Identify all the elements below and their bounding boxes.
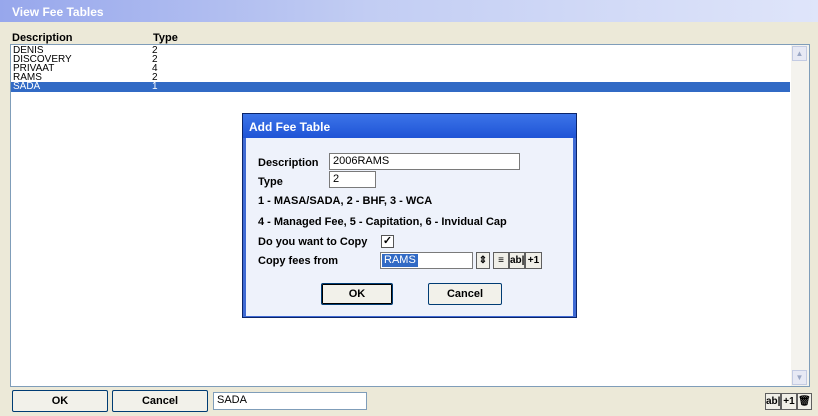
vertical-scrollbar[interactable]: ▲ ▼	[791, 45, 809, 386]
dialog-body: Description 2006RAMS Type 2 1 - MASA/SAD…	[246, 138, 573, 316]
row-description: SADA	[13, 81, 41, 92]
list-header: Description Type	[12, 32, 808, 44]
dialog-title: Add Fee Table	[243, 114, 576, 138]
description-field[interactable]: 2006RAMS	[329, 153, 520, 170]
list-item-selected[interactable]: SADA 1	[11, 82, 790, 92]
copy-checkbox[interactable]: ✓	[381, 235, 394, 248]
scroll-up-icon[interactable]: ▲	[792, 46, 807, 61]
column-header-description[interactable]: Description	[12, 32, 73, 44]
ok-button[interactable]: OK	[12, 390, 108, 412]
plus-one-icon[interactable]: +1	[525, 252, 542, 269]
copy-from-field[interactable]: RAMS	[380, 252, 473, 269]
list-item[interactable]: DISCOVERY 2	[11, 55, 790, 65]
dialog-cancel-button[interactable]: Cancel	[428, 283, 502, 305]
window-title: View Fee Tables	[0, 0, 818, 22]
add-fee-table-dialog: Add Fee Table Description 2006RAMS Type …	[242, 113, 577, 318]
list-item[interactable]: DENIS 2	[11, 46, 790, 56]
list-item[interactable]: RAMS 2	[11, 73, 790, 83]
copy-question-label: Do you want to Copy	[258, 236, 368, 248]
search-input[interactable]: SADA	[213, 392, 367, 410]
list-item[interactable]: PRIVAAT 4	[11, 64, 790, 74]
scroll-down-icon[interactable]: ▼	[792, 370, 807, 385]
spin-icon[interactable]: ⇕	[476, 252, 490, 269]
plus-one-icon[interactable]: +1	[781, 393, 797, 410]
description-label: Description	[258, 157, 319, 169]
copy-from-label: Copy fees from	[258, 255, 339, 267]
type-legend-line1: 1 - MASA/SADA, 2 - BHF, 3 - WCA	[258, 195, 433, 207]
column-header-type[interactable]: Type	[153, 32, 178, 44]
cancel-button[interactable]: Cancel	[112, 390, 208, 412]
trash-icon[interactable]: 🗑	[797, 393, 812, 410]
type-field[interactable]: 2	[329, 171, 376, 188]
type-legend-line2: 4 - Managed Fee, 5 - Capitation, 6 - Inv…	[258, 216, 507, 228]
type-label: Type	[258, 176, 283, 188]
row-type: 1	[152, 81, 158, 92]
copy-from-value: RAMS	[382, 254, 418, 267]
dialog-ok-button[interactable]: OK	[321, 283, 393, 305]
edit-icon[interactable]: ab|	[509, 252, 525, 269]
edit-icon[interactable]: ab|	[765, 393, 781, 410]
list-icon[interactable]: ≡	[493, 252, 509, 269]
